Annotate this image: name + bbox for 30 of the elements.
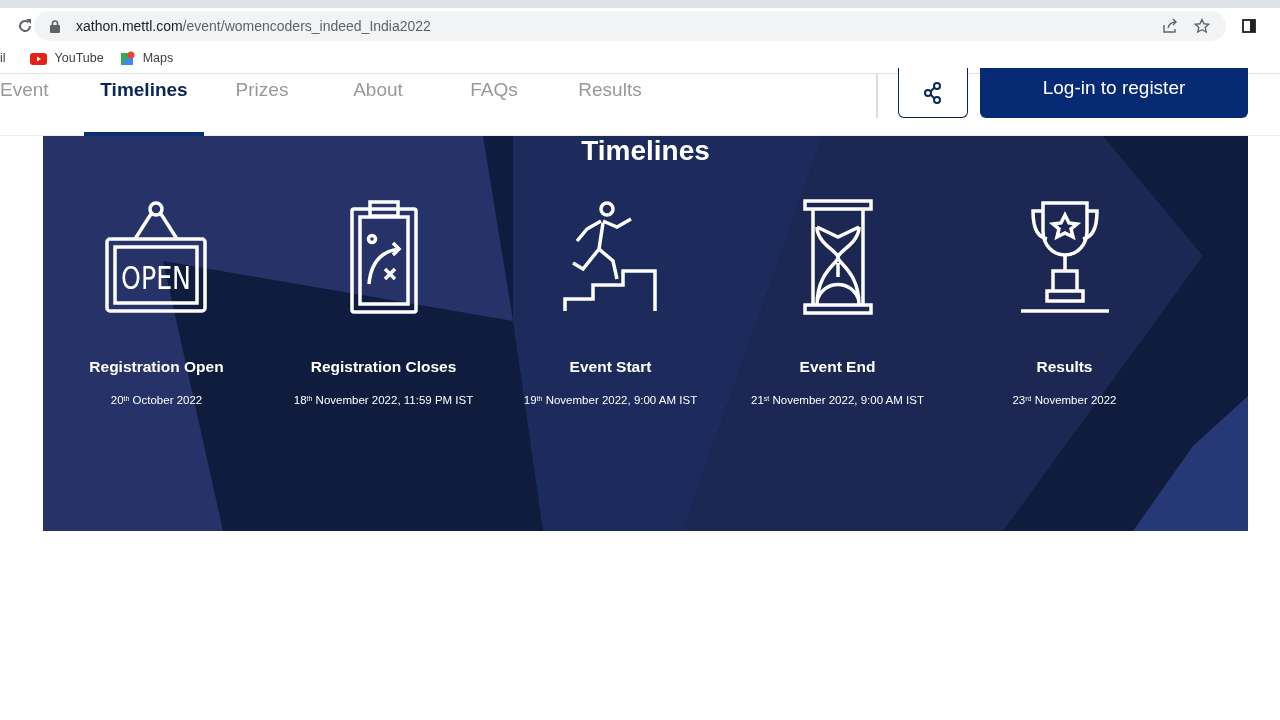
side-panel-icon[interactable] (1242, 19, 1256, 33)
timeline-step-date: 19$^{th}$ November 2022, 9:00 AM IST (523, 393, 698, 409)
star-icon[interactable] (1194, 18, 1210, 34)
share-icon[interactable] (1162, 18, 1178, 34)
clipboard-icon (348, 199, 419, 315)
share-icon (923, 81, 943, 104)
reload-icon[interactable] (16, 17, 34, 35)
section-title: Timelines (581, 136, 710, 167)
nav-tab[interactable]: Timelines (84, 74, 204, 136)
url-text: xathon.mettl.com/event/womencoders_indeed_India2022 (76, 16, 431, 36)
hourglass-icon (802, 199, 873, 315)
timeline-step-title: Registration Open (89, 357, 224, 377)
share-button[interactable] (898, 68, 968, 118)
timeline-step-date: 21$^{st}$ November 2022, 9:00 AM IST (751, 393, 924, 409)
timeline-step-title: Results (1036, 357, 1093, 377)
address-bar[interactable]: xathon.mettl.com/event/womencoders_indeed_India2022 (34, 11, 1226, 41)
map-pin-icon (119, 51, 135, 66)
timeline-step-title: Event End (799, 357, 876, 377)
play-icon (29, 52, 47, 65)
timeline-step-title: Event Start (569, 357, 652, 377)
bookmark-link[interactable]: YouTube (54, 49, 104, 68)
timeline-step-date: 23$^{rd}$ November 2022 (1012, 393, 1117, 409)
timeline-step-title: Registration Closes (310, 357, 457, 377)
register-button[interactable]: Log-in to register (980, 68, 1248, 118)
timeline-step-date: 20$^{th}$ October 2022 (110, 393, 203, 409)
bookmark-link[interactable]: Maps (142, 49, 174, 68)
bookmark-link[interactable]: il (0, 49, 6, 68)
lock-icon (50, 19, 60, 33)
trophy-icon (1018, 199, 1111, 315)
timeline-step-date: 18$^{th}$ November 2022, 11:59 PM IST (293, 393, 474, 409)
